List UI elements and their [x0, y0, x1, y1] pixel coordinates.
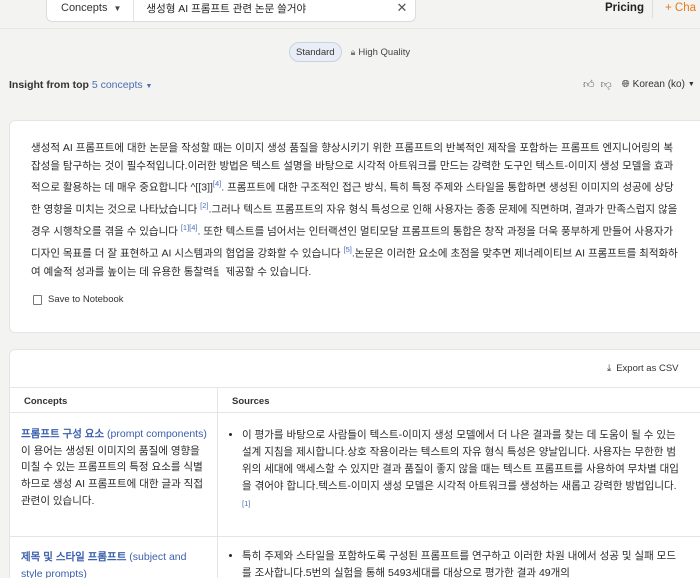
high-quality-mode-button[interactable]: 🔒︎ High Quality	[345, 42, 417, 62]
concepts-column-header: Concepts	[24, 396, 68, 407]
source-bullet: 이 평가를 바탕으로 사람들이 텍스트-이미지 생성 모델에서 더 나은 결과를…	[242, 427, 681, 517]
close-icon[interactable]: ✕	[389, 0, 415, 16]
pricing-link[interactable]: Pricing	[605, 2, 644, 14]
high-quality-mode-label: High Quality	[358, 46, 411, 58]
quality-toggle: Standard 🔒︎ High Quality	[289, 41, 416, 63]
concept-title-link[interactable]: 프롬프트 구성 요소	[21, 428, 104, 440]
sources-column-header: Sources	[232, 396, 270, 407]
search-input[interactable]: 생성형 AI 프롬프트 관련 논문 쓸거야	[134, 1, 389, 16]
summary-text: 생성적 AI 프롬프트에 대한 논문을 작성할 때는 이미지 생성 품질을 향상…	[31, 140, 681, 281]
export-csv-button[interactable]: ⤓ Export as CSV	[607, 363, 679, 374]
language-label: Korean (ko)	[632, 79, 685, 90]
concept-title-link[interactable]: 제목 및 스타일 프롬프트	[21, 551, 126, 563]
scope-label: Concepts	[61, 2, 108, 14]
citation[interactable]: [4]	[213, 179, 221, 188]
language-select[interactable]: 🌐︎ Korean (ko) ▼	[622, 79, 695, 90]
citation[interactable]: [1][4]	[181, 223, 198, 232]
new-chat-button[interactable]: + Cha	[665, 2, 696, 14]
standard-mode-label: Standard	[296, 46, 335, 58]
caret-down-icon: ▼	[687, 81, 695, 88]
insight-label: Insight from top	[9, 79, 92, 91]
download-icon: ⤓	[607, 363, 612, 374]
table-row-concept: 프롬프트 구성 요소 (prompt components) 이 용어는 생성된…	[21, 426, 209, 510]
header-divider-line	[0, 28, 700, 29]
caret-down-icon: ▼	[145, 83, 153, 90]
source-bullet: 특히 주제와 스타일을 포함하도록 구성된 프롬프트를 연구하고 이러한 차원 …	[242, 548, 681, 578]
citation[interactable]: [5]	[344, 245, 352, 254]
thumbs-up-icon[interactable]: 👍︎	[583, 78, 595, 91]
concept-count-dropdown[interactable]: 5 concepts ▼	[92, 79, 153, 91]
export-label: Export as CSV	[616, 363, 679, 374]
row-divider	[10, 536, 700, 537]
citation[interactable]: [1]	[242, 499, 250, 508]
save-to-notebook-button[interactable]: Save to Notebook	[33, 294, 124, 305]
concept-description: 이 용어는 생성된 이미지의 품질에 영향을 미칠 수 있는 프롬프트의 특정 …	[21, 444, 203, 507]
thumbs-down-icon[interactable]: 👎︎	[601, 78, 612, 91]
citation[interactable]: [2]	[200, 201, 208, 210]
table-row-concept: 제목 및 스타일 프롬프트 (subject and style prompts…	[21, 549, 209, 578]
concept-english: (prompt components)	[104, 428, 207, 440]
source-text: 이 평가를 바탕으로 사람들이 텍스트-이미지 생성 모델에서 더 나은 결과를…	[242, 429, 679, 492]
top-bar: Concepts ▼ 생성형 AI 프롬프트 관련 논문 쓸거야 ✕ Prici…	[0, 0, 700, 22]
scope-select[interactable]: Concepts ▼	[47, 0, 135, 21]
insight-heading: Insight from top 5 concepts ▼	[9, 79, 152, 91]
table-row-source: 이 평가를 바탕으로 사람들이 텍스트-이미지 생성 모델에서 더 나은 결과를…	[231, 427, 681, 517]
search-box: Concepts ▼ 생성형 AI 프롬프트 관련 논문 쓸거야 ✕	[46, 0, 416, 22]
standard-mode-button[interactable]: Standard	[289, 42, 342, 62]
column-divider	[217, 387, 218, 578]
caret-down-icon: ▼	[113, 3, 122, 13]
notebook-icon	[33, 294, 42, 305]
table-header: Concepts Sources	[10, 387, 700, 413]
save-label: Save to Notebook	[48, 294, 124, 305]
concept-count: 5 concepts	[91, 79, 143, 91]
source-text: 특히 주제와 스타일을 포함하도록 구성된 프롬프트를 연구하고 이러한 차원 …	[242, 550, 676, 578]
header-divider	[652, 0, 653, 18]
lock-icon: 🔒︎	[350, 46, 356, 57]
insight-actions: 👍︎ 👎︎ 🌐︎ Korean (ko) ▼	[583, 78, 695, 91]
globe-icon: 🌐︎	[621, 79, 630, 90]
table-row-source: 특히 주제와 스타일을 포함하도록 구성된 프롬프트를 연구하고 이러한 차원 …	[231, 548, 681, 578]
